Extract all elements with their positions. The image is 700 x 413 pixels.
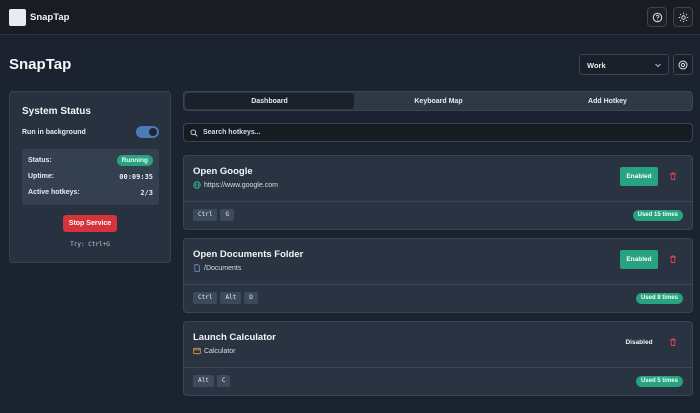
usage-badge: Used 5 times [635,376,683,387]
run-in-background-label: Run in background [22,129,86,136]
key-combo: Alt C [193,375,233,387]
file-icon [194,264,200,272]
search-input[interactable]: Search hotkeys... [183,123,693,142]
tab-add-hotkey[interactable]: Add Hotkey [523,93,692,109]
hotkey-card: Launch Calculator Calculator Disabled Al… [183,321,693,396]
stop-service-button[interactable]: Stop Service [63,215,117,232]
profile-select-value: Work [587,61,606,70]
key-cap: Ctrl [193,209,218,221]
hotkey-name: Open Documents Folder [193,249,304,260]
system-status-card: System Status Run in background Status: … [9,91,171,263]
app-window-icon [193,347,201,355]
card-divider [184,201,692,202]
chevron-down-icon [655,63,661,68]
delete-icon[interactable] [668,171,678,181]
hotkey-target-text: /Documents [204,264,242,272]
key-cap: D [244,292,258,304]
key-combo: Ctrl G [193,209,237,221]
globe-icon [193,181,201,189]
usage-badge: Used 8 times [635,293,683,304]
disabled-toggle-button[interactable]: Disabled [620,333,658,352]
toggle-knob [149,128,157,136]
status-row: Status: Running [28,155,153,167]
profile-settings-button[interactable] [673,54,693,75]
delete-icon[interactable] [668,254,678,264]
hotkey-card: Open Google https://www.google.com Enabl… [183,155,693,230]
active-hotkeys-row: Active hotkeys: 2/3 [28,187,153,199]
uptime-row: Uptime: 00:09:35 [28,171,153,183]
help-button[interactable] [647,7,667,27]
status-badge: Running [116,155,153,166]
enabled-toggle-button[interactable]: Enabled [620,167,658,186]
hotkey-target: https://www.google.com [193,181,278,189]
main-tabs: Dashboard Keyboard Map Add Hotkey [183,91,693,111]
delete-icon[interactable] [668,337,678,347]
try-hint: Try: Ctrl+G [70,241,110,248]
top-bar: SnapTap [0,0,700,35]
hotkey-card: Open Documents Folder /Documents Enabled… [183,238,693,313]
target-icon [678,60,688,69]
tab-keyboard-map[interactable]: Keyboard Map [354,93,523,109]
key-cap: Alt [220,292,242,304]
theme-toggle-button[interactable] [673,7,693,27]
uptime-label: Uptime: [28,173,55,180]
key-combo: Ctrl Alt D [193,292,261,304]
key-cap: Ctrl [193,292,218,304]
status-card-title: System Status [22,106,91,117]
app-name: SnapTap [30,12,70,23]
enabled-toggle-button[interactable]: Enabled [620,250,658,269]
hotkey-target: /Documents [193,264,241,272]
run-in-background-toggle[interactable] [136,126,159,138]
hotkey-target-text: Calculator [204,347,236,355]
search-icon [190,129,198,137]
key-cap: G [220,209,235,221]
status-label: Status: [28,157,52,164]
active-hotkeys-value: 2/3 [140,189,153,197]
profile-select[interactable]: Work [579,54,669,75]
card-divider [184,367,692,368]
app-logo [9,9,26,26]
help-icon [652,12,662,22]
tab-dashboard[interactable]: Dashboard [185,93,354,109]
hotkey-target-text: https://www.google.com [204,181,278,189]
key-cap: C [216,375,231,387]
card-divider [184,284,692,285]
search-placeholder: Search hotkeys... [203,129,261,136]
key-cap: Alt [193,375,214,387]
active-hotkeys-label: Active hotkeys: [28,189,80,196]
usage-badge: Used 15 times [632,210,683,221]
page-title: SnapTap [9,56,72,73]
hotkey-target: Calculator [193,347,236,355]
hotkey-name: Open Google [193,166,253,177]
sun-icon [678,12,688,22]
hotkey-name: Launch Calculator [193,332,276,343]
uptime-value: 00:09:35 [119,173,153,181]
status-stats: Status: Running Uptime: 00:09:35 Active … [22,149,159,205]
